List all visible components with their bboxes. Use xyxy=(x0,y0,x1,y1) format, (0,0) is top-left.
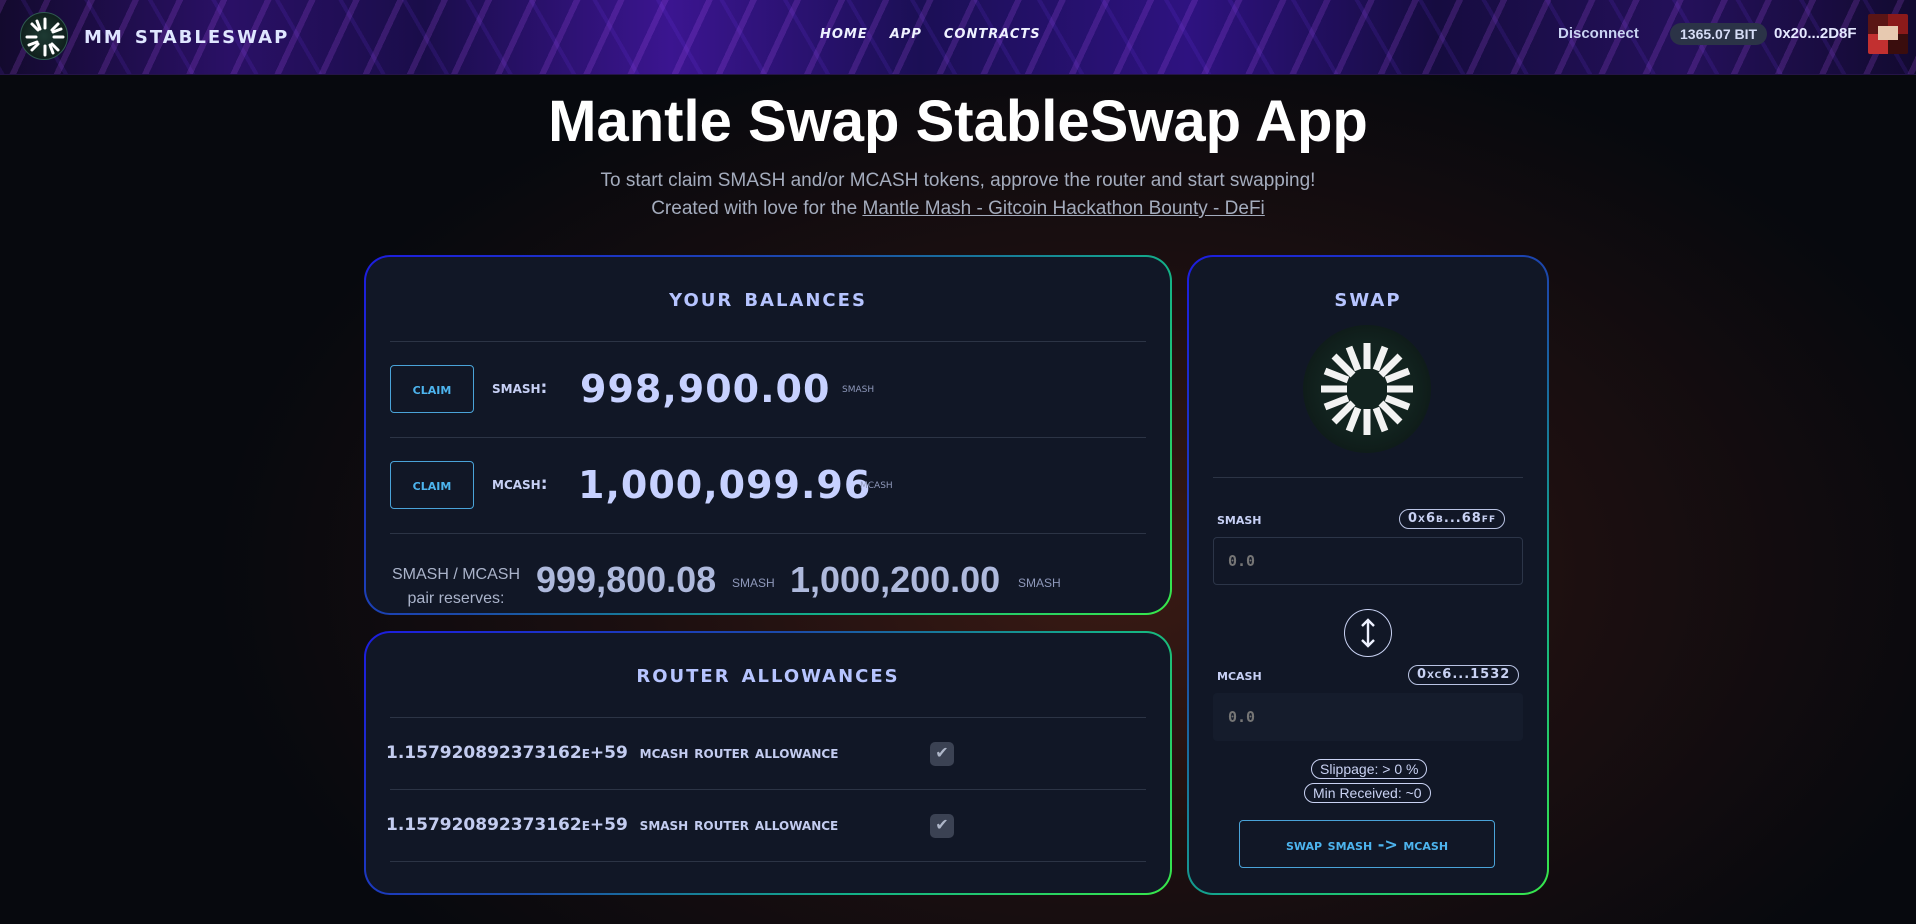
mcash-balance: 1,000,099.96 xyxy=(578,463,872,507)
reserve-mcash-unit: SMASH xyxy=(1018,576,1061,590)
mcash-allowance: 1.157920892373162e+59 MCASH ROUTER ALLOW… xyxy=(386,743,838,763)
reserve-smash-unit: SMASH xyxy=(732,576,775,590)
swap-logo-icon xyxy=(1303,325,1431,453)
smash-allowance-check-icon[interactable]: ✔ xyxy=(930,814,954,838)
allowance-value: 1.157920892373162e+59 xyxy=(386,743,628,763)
wallet-balance-badge: 1365.07 BIT xyxy=(1670,23,1768,45)
allowances-card: ROUTER ALLOWANCES 1.157920892373162e+59 … xyxy=(364,631,1172,895)
credit-prefix: Created with love for the xyxy=(651,198,858,219)
to-amount-input xyxy=(1213,693,1523,741)
smash-allowance: 1.157920892373162e+59 SMASH ROUTER ALLOW… xyxy=(386,815,838,835)
claim-mcash-button[interactable]: CLAIM xyxy=(390,461,474,509)
smash-balance: 998,900.00 xyxy=(580,367,831,411)
divider xyxy=(390,437,1146,438)
avatar[interactable] xyxy=(1868,14,1908,54)
page-title: Mantle Swap StableSwap App xyxy=(548,89,1368,154)
smash-unit: SMASH xyxy=(842,381,875,396)
reserves-label-line1: SMASH / MCASH xyxy=(391,566,520,583)
divider xyxy=(1213,477,1523,478)
mcash-token-label: MCASH: xyxy=(492,474,548,494)
reserves-label: SMASH / MCASH pair reserves: xyxy=(386,563,526,611)
swap-card: SWAP SMASH 0x6b...68ff MCASH 0xc6...1532… xyxy=(1187,255,1549,895)
brand-name[interactable]: MM StableSwap xyxy=(84,20,289,50)
to-token-address[interactable]: 0xc6...1532 xyxy=(1408,665,1520,685)
swap-button[interactable]: SWAP SMASH -> MCASH xyxy=(1239,820,1495,868)
to-token-label: MCASH xyxy=(1217,665,1262,684)
app-logo-icon[interactable] xyxy=(20,12,68,60)
wallet-address[interactable]: 0x20...2D8F xyxy=(1774,25,1857,42)
balances-title: YOUR BALANCES xyxy=(669,283,867,313)
nav-home-link[interactable]: HOME xyxy=(820,21,868,43)
divider xyxy=(390,789,1146,790)
slippage-badge: Slippage: > 0 % xyxy=(1311,759,1428,779)
reserve-smash-value: 999,800.08 xyxy=(536,559,717,600)
page-subtitle: To start claim SMASH and/or MCASH tokens… xyxy=(600,170,1316,191)
switch-direction-button[interactable] xyxy=(1344,609,1392,657)
from-token-address[interactable]: 0x6b...68ff xyxy=(1399,509,1506,529)
top-navbar: MM StableSwap HOME APP CONTRACTS Disconn… xyxy=(0,0,1916,75)
allowance-value: 1.157920892373162e+59 xyxy=(386,815,628,835)
page-credit: Created with love for the Mantle Mash - … xyxy=(0,198,1916,220)
divider xyxy=(390,717,1146,718)
divider xyxy=(390,341,1146,342)
from-amount-input[interactable] xyxy=(1213,537,1523,585)
disconnect-button[interactable]: Disconnect xyxy=(1558,25,1639,42)
balances-card: YOUR BALANCES CLAIM SMASH: 998,900.00 SM… xyxy=(364,255,1172,615)
reserve-mcash-value: 1,000,200.00 xyxy=(790,559,1001,600)
divider xyxy=(390,533,1146,534)
main-menu: HOME APP CONTRACTS xyxy=(820,21,1041,43)
allowance-label: SMASH ROUTER ALLOWANCE xyxy=(639,815,839,835)
smash-token-label: SMASH: xyxy=(492,378,548,398)
allowance-label: MCASH ROUTER ALLOWANCE xyxy=(639,743,839,763)
from-token-label: SMASH xyxy=(1217,509,1262,528)
nav-contracts-link[interactable]: CONTRACTS xyxy=(944,21,1041,43)
hackathon-link[interactable]: Mantle Mash - Gitcoin Hackathon Bounty -… xyxy=(862,198,1264,219)
mcash-allowance-check-icon[interactable]: ✔ xyxy=(930,742,954,766)
min-received-badge: Min Received: ~0 xyxy=(1304,783,1431,803)
allowances-title: ROUTER ALLOWANCES xyxy=(636,659,900,689)
swap-arrows-icon xyxy=(1361,618,1375,648)
divider xyxy=(390,861,1146,862)
nav-app-link[interactable]: APP xyxy=(890,21,922,43)
claim-smash-button[interactable]: CLAIM xyxy=(390,365,474,413)
mcash-unit: MCASH xyxy=(860,477,893,492)
swap-title: SWAP xyxy=(1334,283,1402,313)
reserves-label-line2: pair reserves: xyxy=(407,590,505,607)
